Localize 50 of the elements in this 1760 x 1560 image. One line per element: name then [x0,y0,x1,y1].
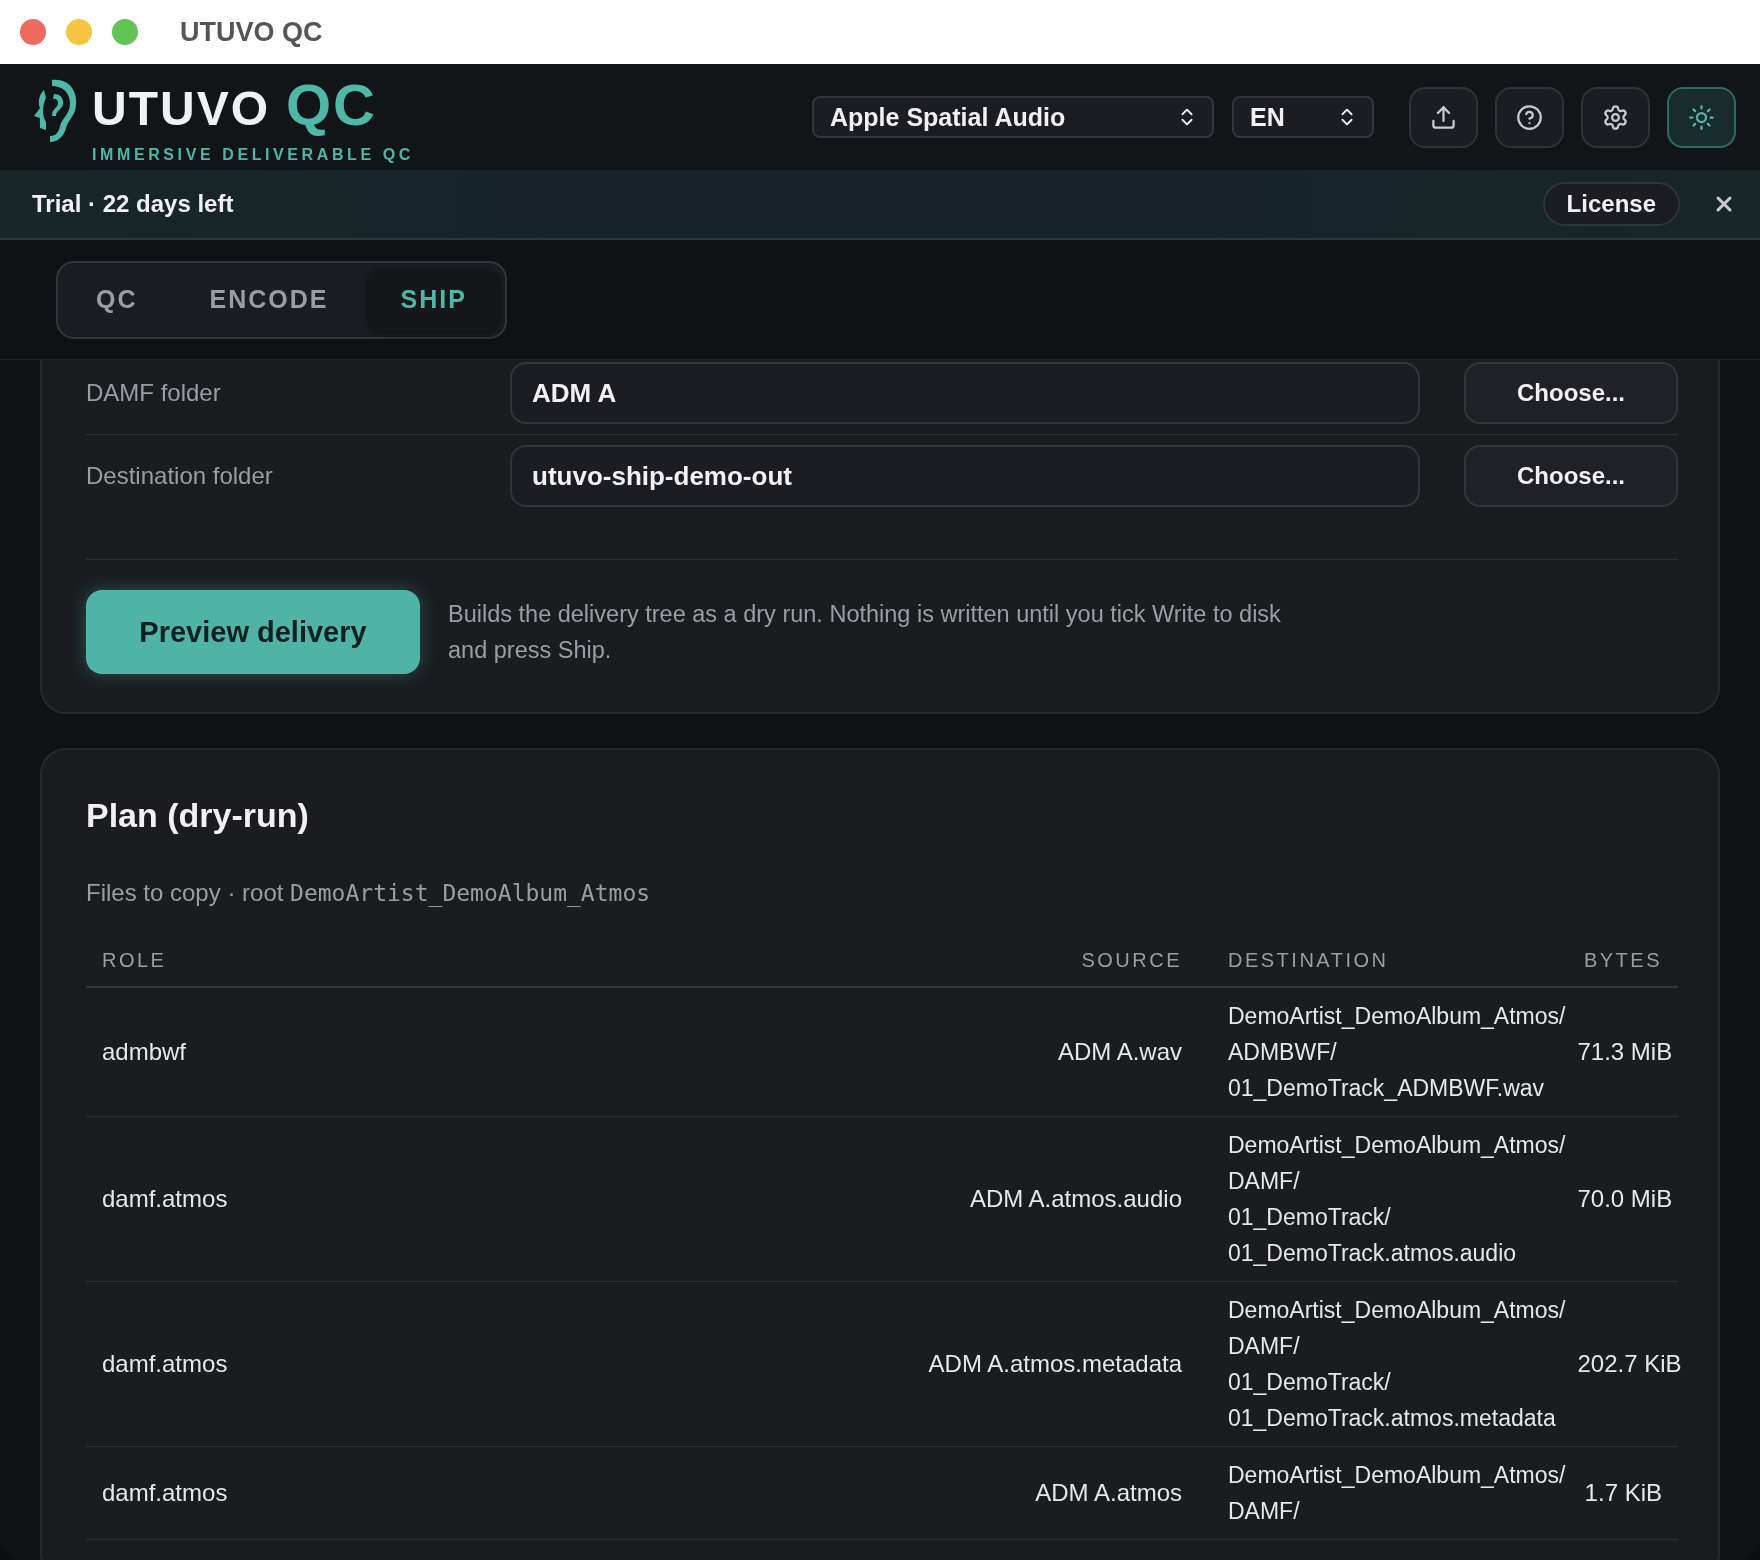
table-cell: ADM A.atmos.audio [898,1117,1198,1282]
export-button[interactable] [1409,86,1478,148]
column-header: SOURCE [898,939,1198,988]
table-cell-text: DemoArtist_DemoAlbum_Atmos/ DAMF/ 01_DemoTrack/ 01_DemoTrack.atmos.metadata [1228,1296,1566,1433]
tab[interactable]: SHIP [368,268,499,331]
plan-title: Plan (dry-run) [86,796,310,835]
table-cell: ADM A.atmos [898,1447,1198,1540]
plan-caption: Files to copy · root DemoArtist_DemoAlbum_Atmos [86,879,652,907]
table-cell-text: DemoArtist_DemoAlbum_Atmos/ ADMBWF/ 01_DemoTrack_ADMBWF.wav [1228,1002,1566,1103]
column-header: BYTES [1583,949,1662,972]
sun-icon [1688,103,1715,131]
license-button[interactable]: License [1542,182,1680,226]
export-icon [1430,103,1457,131]
table-cell-text: DemoArtist_DemoAlbum_Atmos/ DAMF/ 01_DemoTrack/ 01_DemoTrack.atmos.audio [1228,1131,1566,1268]
settings-icon [1602,103,1629,131]
trial-status: Trial · 22 days left [32,190,234,218]
logo-wordmark: UTUVO [92,85,270,133]
preview-delivery-button[interactable]: Preview delivery [86,590,420,674]
table-cell: ADM A.atmos.metadata [898,1282,1198,1447]
close-window-button[interactable] [20,19,46,45]
logo-tagline: IMMERSIVE DELIVERABLE QC [92,146,414,164]
choose-button[interactable]: Choose... [1464,445,1678,507]
choose-button[interactable]: Choose... [1464,362,1678,424]
profile-select[interactable]: Apple Spatial Audio [812,96,1214,138]
table-cell: damf.atmos [86,1117,898,1282]
table-cell: ADM A.wav [898,988,1198,1117]
field-label: DAMF folder [86,379,222,407]
table-cell: damf.atmos [86,1447,898,1540]
column-header: ROLE [86,939,898,988]
language-select[interactable]: EN [1232,96,1374,138]
window-title: UTUVO QC [180,16,323,48]
logo-accent: QC [286,76,377,134]
table-cell: 71.3 MiB [1577,1038,1673,1066]
table-cell: 1.7 KiB [1584,1479,1662,1507]
help-icon [1516,103,1543,131]
settings-button[interactable] [1581,86,1650,148]
help-button[interactable] [1495,86,1564,148]
tab[interactable]: ENCODE [177,268,361,331]
table-cell: admbwf [86,988,898,1117]
field-label: Destination folder [86,462,274,490]
column-header: DESTINATION [1228,949,1389,972]
tab[interactable]: QC [64,268,170,331]
folder-field[interactable]: ADM A [510,362,1420,424]
folder-field[interactable]: utuvo-ship-demo-out [510,445,1420,507]
theme-button[interactable] [1667,86,1736,148]
table-cell: damf.atmos [86,1282,898,1447]
table-cell: 202.7 KiB [1577,1350,1682,1378]
table-cell: 70.0 MiB [1577,1185,1673,1213]
table-cell-text: DemoArtist_DemoAlbum_Atmos/ DAMF/ [1228,1461,1566,1526]
preview-note: Builds the delivery tree as a dry run. Nothing is written until you tick Write to disk and press Ship. [448,600,1282,665]
